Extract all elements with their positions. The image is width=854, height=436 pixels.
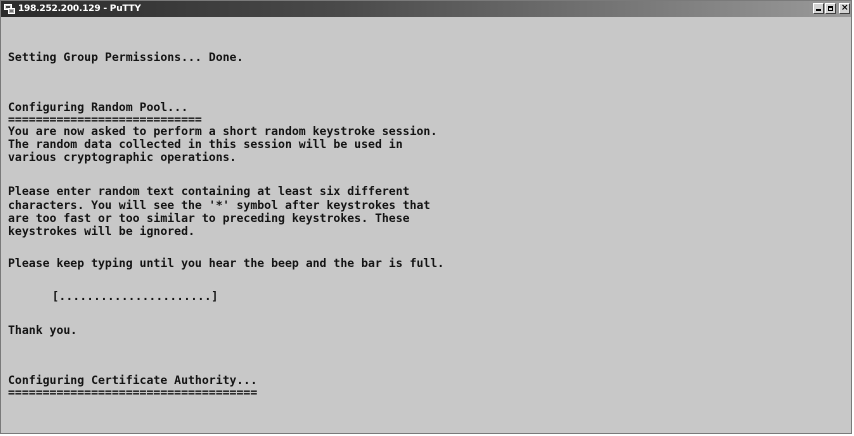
terminal-line-instructions-4: keystrokes will be ignored. — [8, 224, 195, 238]
title-bar[interactable]: 198.252.200.129 - PuTTY × — [1, 1, 851, 17]
close-icon: × — [841, 3, 849, 13]
maximize-button[interactable] — [825, 3, 836, 14]
terminal-line-keystroke-intro-2: The random data collected in this sessio… — [8, 137, 403, 151]
terminal-output[interactable]: Setting Group Permissions... Done. Confi… — [2, 18, 850, 432]
close-button[interactable]: × — [839, 3, 850, 14]
window-controls: × — [813, 3, 850, 15]
terminal-line-instructions-1: Please enter random text containing at l… — [8, 184, 410, 198]
terminal-line-ca-rule: ==================================== — [8, 385, 258, 399]
putty-window: 198.252.200.129 - PuTTY × Setting Group … — [0, 0, 852, 434]
terminal-line-instructions-2: characters. You will see the '*' symbol … — [8, 198, 431, 212]
terminal-line-thank-you: Thank you. — [8, 323, 78, 337]
progress-bar: [......................] — [52, 289, 219, 303]
terminal-line-group-permissions: Setting Group Permissions... Done. — [8, 50, 244, 64]
terminal-line-keep-typing: Please keep typing until you hear the be… — [8, 256, 445, 270]
minimize-icon — [816, 9, 821, 11]
maximize-icon — [828, 6, 833, 11]
terminal-line-instructions-3: are too fast or too similar to preceding… — [8, 211, 410, 225]
terminal-line-keystroke-intro-3: various cryptographic operations. — [8, 150, 237, 164]
minimize-button[interactable] — [813, 3, 824, 14]
terminal-line-keystroke-intro-1: You are now asked to perform a short ran… — [8, 124, 438, 138]
putty-icon[interactable] — [4, 4, 15, 14]
window-title: 198.252.200.129 - PuTTY — [18, 4, 141, 14]
